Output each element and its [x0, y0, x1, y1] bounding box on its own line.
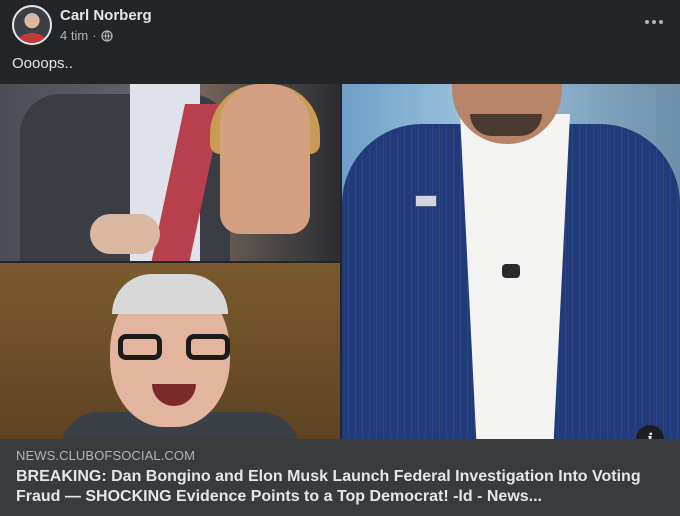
post-header: Carl Norberg 4 tim ·: [0, 0, 680, 48]
link-preview-box[interactable]: NEWS.CLUBOFSOCIAL.COM BREAKING: Dan Bong…: [0, 439, 680, 516]
link-preview-image[interactable]: [0, 84, 680, 439]
more-options-icon[interactable]: [642, 12, 666, 32]
photo-bottom-left: [0, 262, 340, 439]
post-timestamp[interactable]: 4 tim: [60, 28, 88, 43]
globe-icon[interactable]: [100, 29, 113, 42]
author-name[interactable]: Carl Norberg: [60, 7, 152, 24]
link-headline: BREAKING: Dan Bongino and Elon Musk Laun…: [16, 468, 641, 505]
post-meta: 4 tim ·: [60, 28, 113, 43]
photo-top-left: [0, 84, 340, 262]
avatar[interactable]: [12, 5, 52, 45]
avatar-shoulders: [18, 33, 46, 43]
link-domain: NEWS.CLUBOFSOCIAL.COM: [16, 448, 196, 463]
meta-separator: ·: [92, 28, 97, 43]
image-divider-horizontal: [0, 261, 340, 263]
photo-right: [342, 84, 680, 439]
post-caption: Oooops..: [12, 55, 73, 72]
image-divider-vertical: [340, 84, 342, 439]
facebook-post: Carl Norberg 4 tim · Oooops.. NEWS.CLUBO…: [0, 0, 680, 516]
